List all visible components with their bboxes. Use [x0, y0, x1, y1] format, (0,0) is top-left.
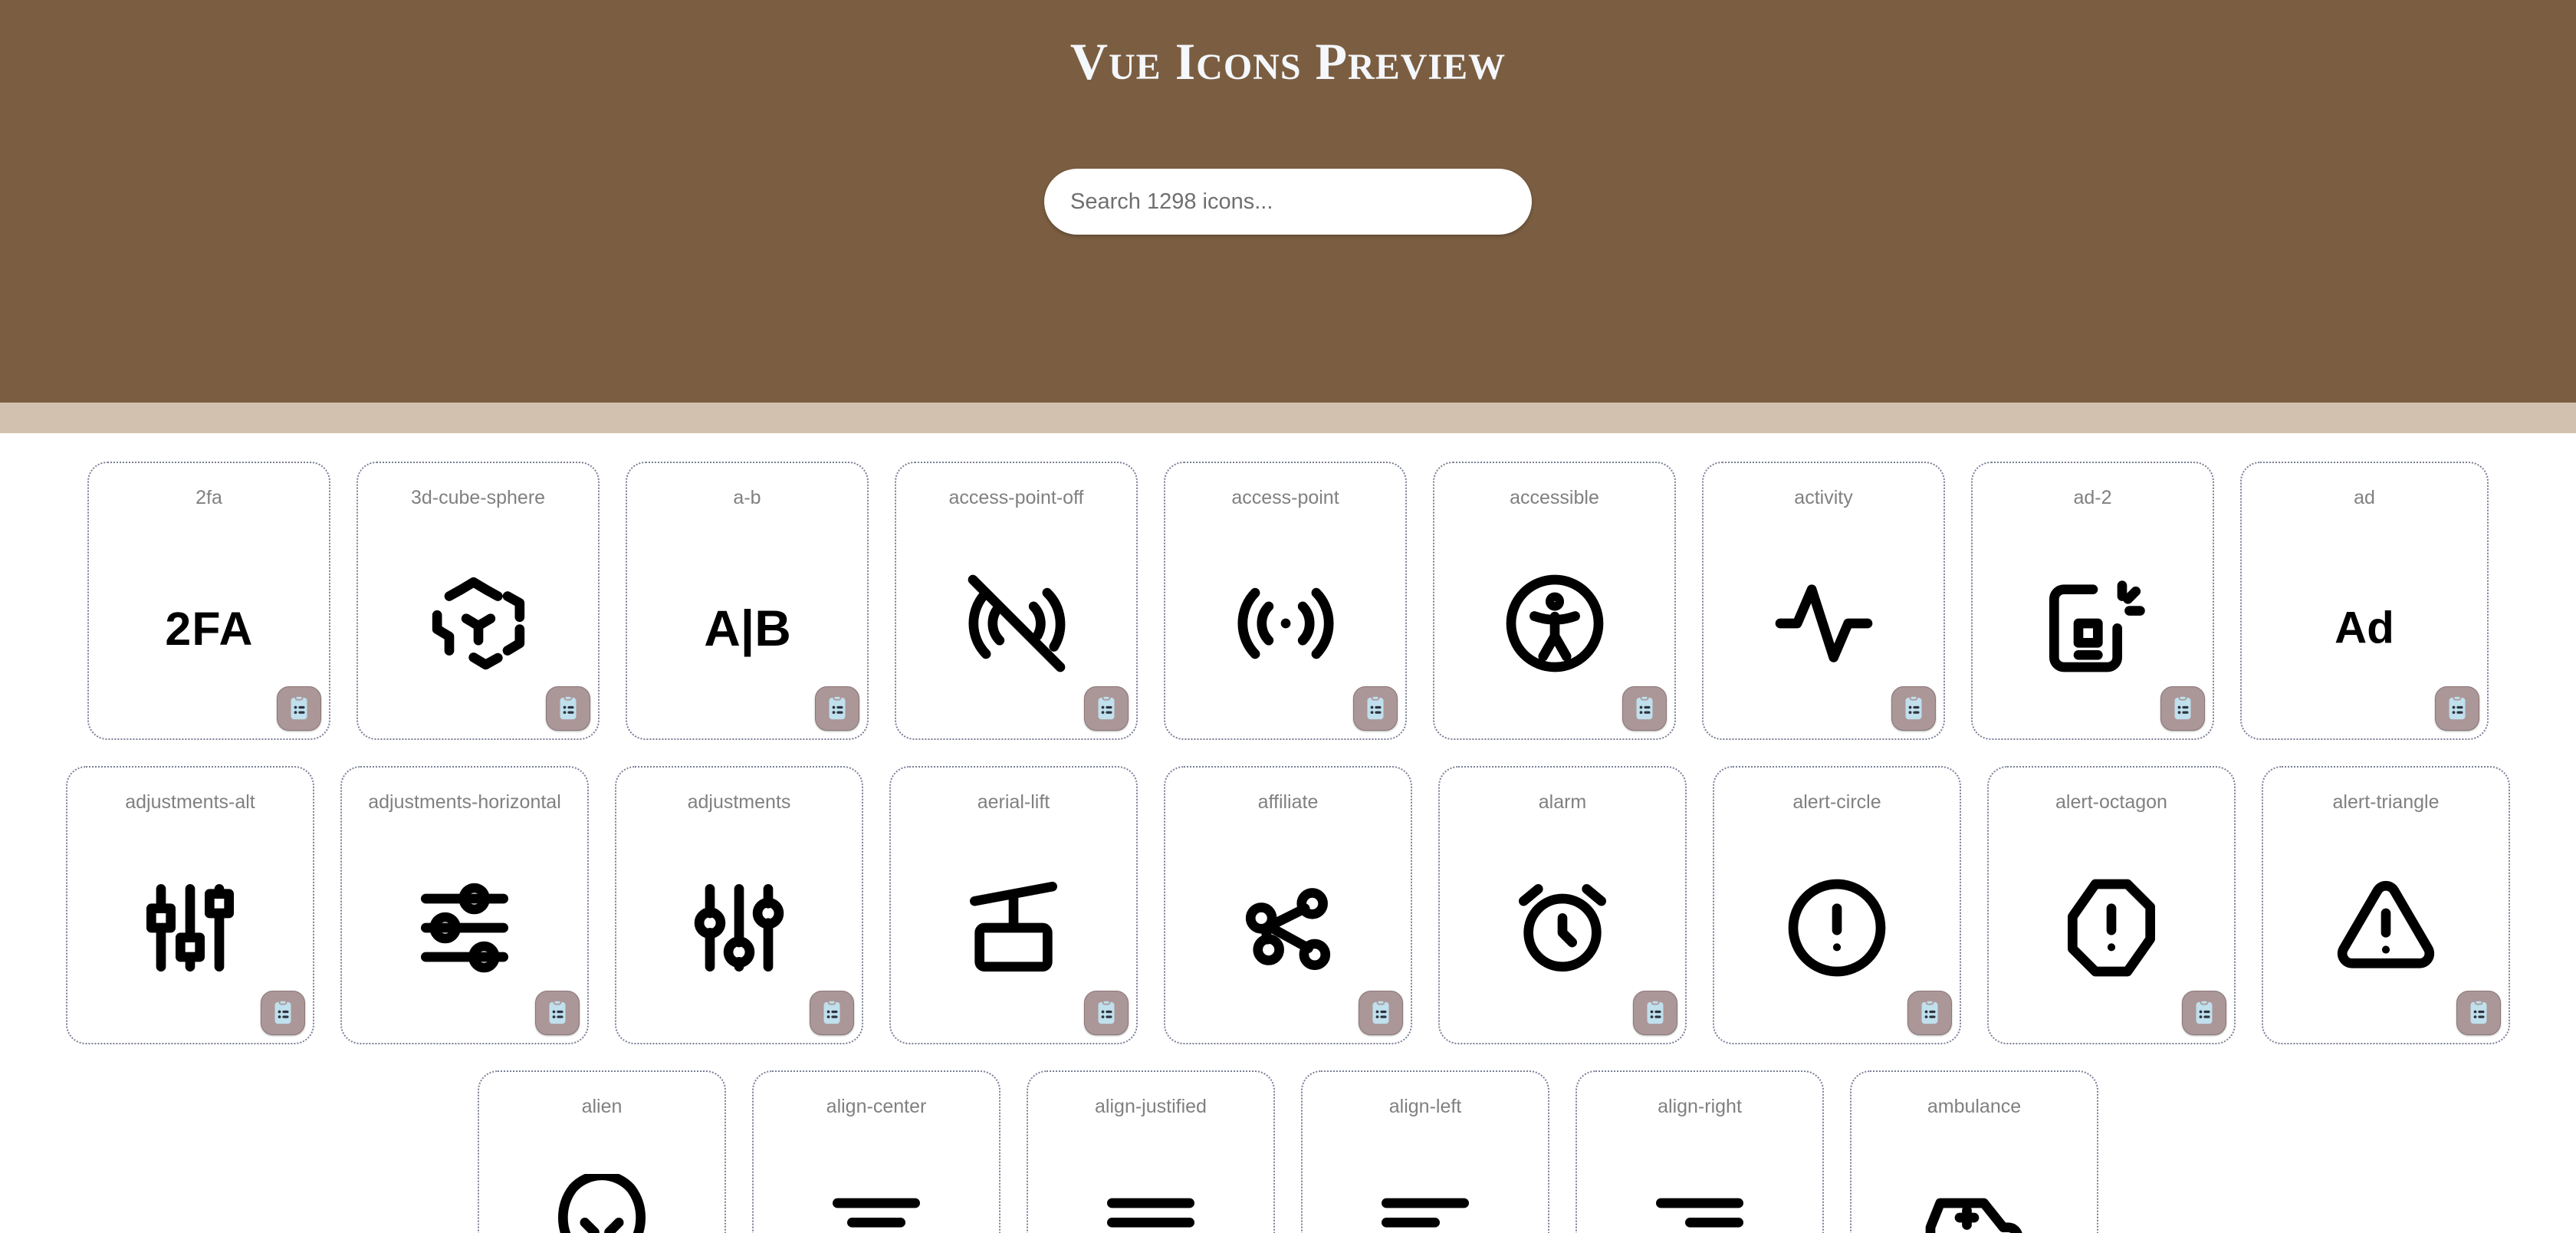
icon-card-adjustments-alt[interactable]: adjustments-alt — [66, 766, 314, 1044]
copy-clipboard-icon[interactable] — [1353, 686, 1398, 731]
icon-card-label: aerial-lift — [977, 791, 1050, 813]
icon-card-2fa[interactable]: 2fa 2FA — [87, 462, 330, 740]
icon-card-ambulance[interactable]: ambulance — [1850, 1070, 2098, 1233]
app-header: Vue Icons Preview — [0, 0, 2576, 403]
copy-clipboard-icon[interactable] — [277, 686, 321, 731]
copy-clipboard-icon[interactable] — [2435, 686, 2479, 731]
icon-grid: 2fa 2FA 3d-cube-sphere a-b A|B access-point-o… — [0, 433, 2576, 1233]
icon-card-align-justified[interactable]: align-justified — [1027, 1070, 1275, 1233]
icon-card-label: alarm — [1538, 791, 1587, 813]
icon-card-accessible[interactable]: accessible — [1433, 462, 1676, 740]
icon-card-label: adjustments-horizontal — [368, 791, 561, 813]
svg-text:2FA: 2FA — [165, 602, 253, 654]
search-bar — [0, 169, 2576, 235]
icon-card-alert-circle[interactable]: alert-circle — [1713, 766, 1961, 1044]
icon-card-a-b[interactable]: a-b A|B — [626, 462, 869, 740]
icon-card-label: alert-triangle — [2332, 791, 2440, 813]
icon-card-alert-triangle[interactable]: alert-triangle — [2262, 766, 2510, 1044]
page-title: Vue Icons Preview — [1070, 32, 1506, 90]
copy-clipboard-icon[interactable] — [1633, 991, 1677, 1035]
icon-card-label: 2fa — [196, 487, 222, 508]
copy-clipboard-icon[interactable] — [1622, 686, 1667, 731]
icon-card-alien[interactable]: alien — [478, 1070, 726, 1233]
icon-card-adjustments-horizontal[interactable]: adjustments-horizontal — [340, 766, 589, 1044]
copy-clipboard-icon[interactable] — [2456, 991, 2501, 1035]
copy-clipboard-icon[interactable] — [1084, 686, 1129, 731]
icon-card-label: affiliate — [1257, 791, 1319, 813]
copy-clipboard-icon[interactable] — [2160, 686, 2205, 731]
icon-card-label: align-justified — [1095, 1096, 1207, 1117]
icon-card-label: align-left — [1388, 1096, 1462, 1117]
icon-card-3d-cube-sphere[interactable]: 3d-cube-sphere — [356, 462, 600, 740]
copy-clipboard-icon[interactable] — [1359, 991, 1403, 1035]
icon-card-access-point[interactable]: access-point — [1164, 462, 1407, 740]
icon-card-label: alert-octagon — [2055, 791, 2167, 813]
alien-icon — [479, 1116, 724, 1233]
icon-card-label: ambulance — [1927, 1096, 2022, 1117]
icon-card-label: align-right — [1658, 1096, 1742, 1117]
icon-card-label: adjustments-alt — [125, 791, 255, 813]
align-center-icon — [754, 1116, 999, 1233]
copy-clipboard-icon[interactable] — [546, 686, 590, 731]
copy-clipboard-icon[interactable] — [815, 686, 859, 731]
icon-card-label: align-center — [826, 1096, 927, 1117]
icon-card-align-left[interactable]: align-left — [1301, 1070, 1549, 1233]
copy-clipboard-icon[interactable] — [810, 991, 854, 1035]
copy-clipboard-icon[interactable] — [1907, 991, 1952, 1035]
divider-strip — [0, 403, 2576, 433]
align-justified-icon — [1028, 1116, 1273, 1233]
copy-clipboard-icon[interactable] — [1084, 991, 1129, 1035]
icon-card-label: adjustments — [687, 791, 791, 813]
icon-card-alarm[interactable]: alarm — [1438, 766, 1687, 1044]
icon-card-label: 3d-cube-sphere — [410, 487, 546, 508]
align-left-icon — [1303, 1116, 1548, 1233]
icon-card-label: a-b — [733, 487, 761, 508]
icon-card-ad-2[interactable]: ad-2 — [1971, 462, 2214, 740]
icon-card-alert-octagon[interactable]: alert-octagon — [1987, 766, 2236, 1044]
icon-card-label: access-point — [1231, 487, 1339, 508]
icon-card-affiliate[interactable]: affiliate — [1164, 766, 1412, 1044]
icon-card-ad[interactable]: ad Ad — [2240, 462, 2489, 740]
icon-card-align-right[interactable]: align-right — [1576, 1070, 1824, 1233]
icon-card-access-point-off[interactable]: access-point-off — [895, 462, 1138, 740]
icon-card-aerial-lift[interactable]: aerial-lift — [889, 766, 1138, 1044]
copy-clipboard-icon[interactable] — [261, 991, 305, 1035]
icon-card-label: accessible — [1510, 487, 1599, 508]
icon-card-label: alert-circle — [1792, 791, 1881, 813]
svg-text:A|B: A|B — [704, 600, 791, 658]
icon-card-align-center[interactable]: align-center — [752, 1070, 1001, 1233]
align-right-icon — [1577, 1116, 1822, 1233]
icon-card-label: access-point-off — [948, 487, 1084, 508]
copy-clipboard-icon[interactable] — [535, 991, 580, 1035]
icon-card-label: ad — [2354, 487, 2375, 508]
copy-clipboard-icon[interactable] — [2182, 991, 2226, 1035]
icon-card-label: ad-2 — [2073, 487, 2112, 508]
search-input[interactable] — [1044, 169, 1532, 235]
icon-card-activity[interactable]: activity — [1702, 462, 1945, 740]
icon-card-label: alien — [581, 1096, 623, 1117]
ambulance-icon — [1852, 1116, 2097, 1233]
svg-text:Ad: Ad — [2334, 603, 2394, 653]
icon-card-adjustments[interactable]: adjustments — [615, 766, 863, 1044]
copy-clipboard-icon[interactable] — [1891, 686, 1936, 731]
icon-card-label: activity — [1794, 487, 1853, 508]
